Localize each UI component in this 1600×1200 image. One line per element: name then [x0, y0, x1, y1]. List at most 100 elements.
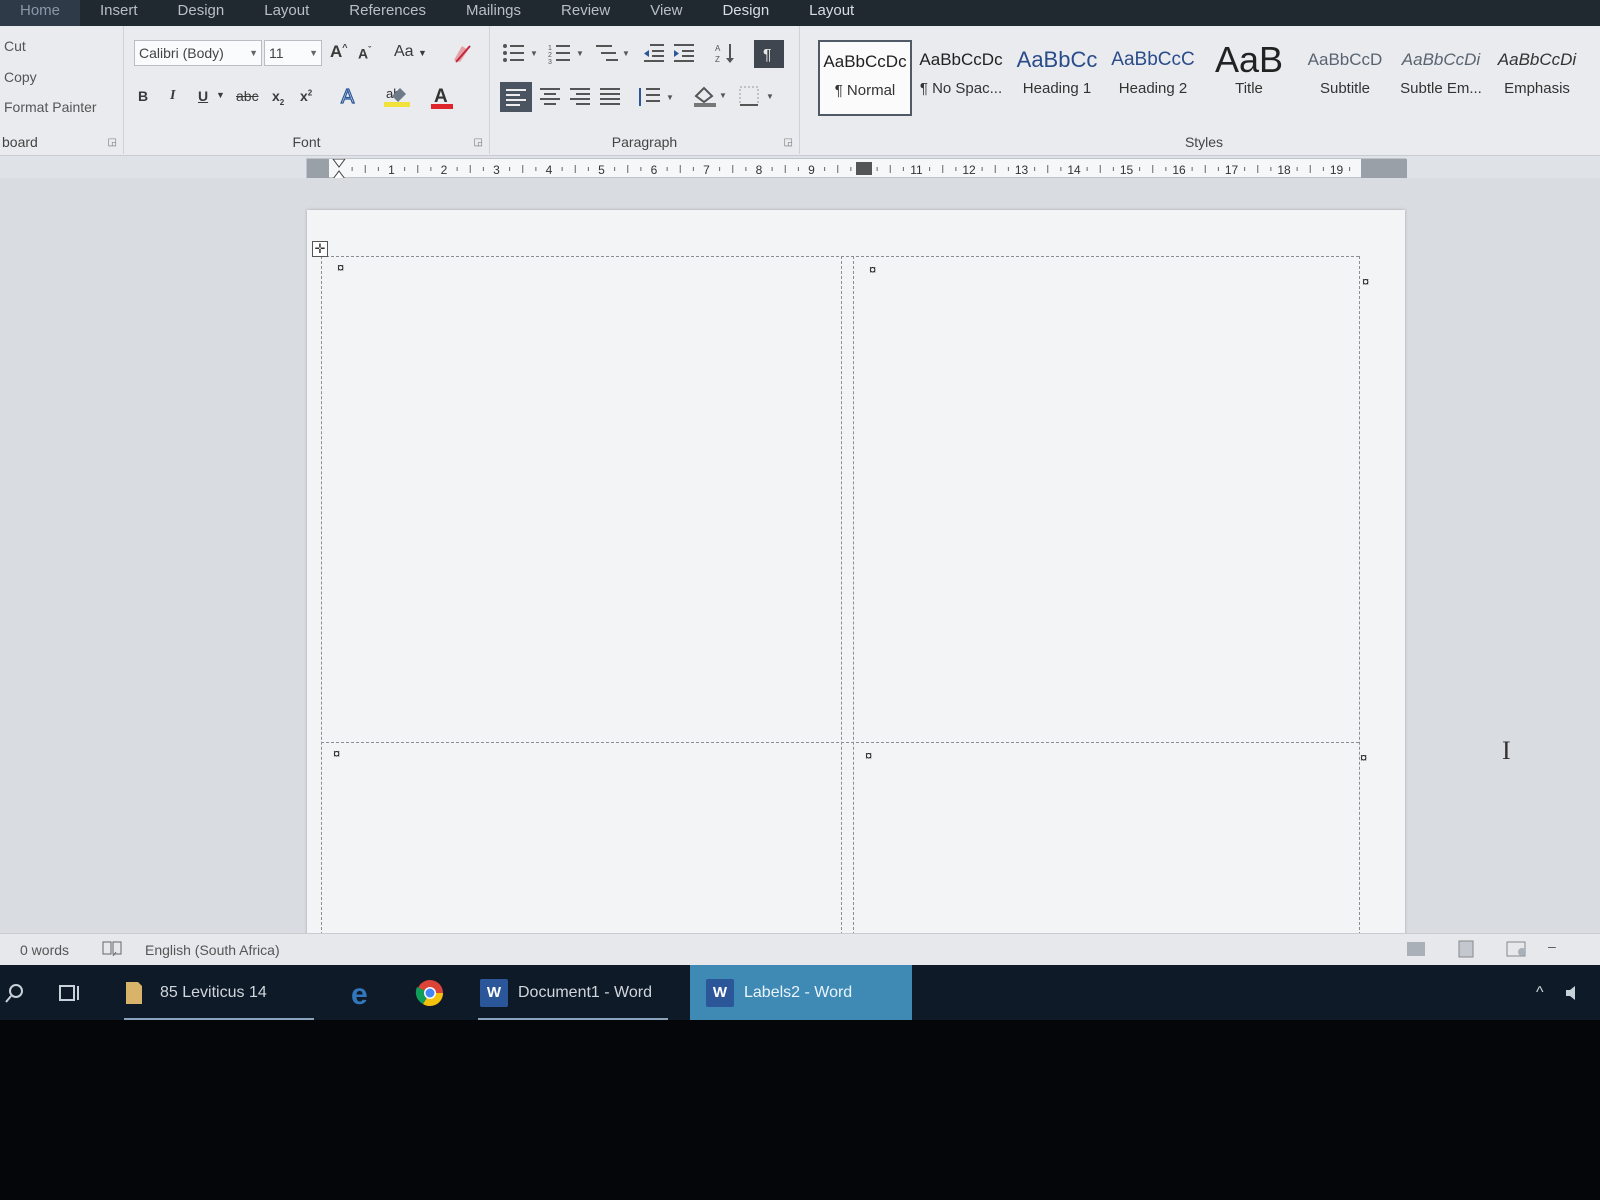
style-heading-1[interactable]: AaBbCc Heading 1 — [1010, 40, 1104, 116]
align-right-icon[interactable] — [568, 86, 592, 108]
search-icon[interactable] — [4, 965, 34, 1020]
italic-button[interactable]: I — [170, 88, 175, 104]
copy-button[interactable]: Copy — [4, 69, 37, 85]
borders-icon[interactable]: ▼ — [738, 84, 778, 106]
table-gridline — [321, 256, 322, 940]
tab-mailings[interactable]: Mailings — [446, 0, 541, 26]
task-view-icon[interactable] — [58, 965, 88, 1020]
superscript-button[interactable]: x2 — [300, 88, 312, 104]
chevron-down-icon[interactable]: ▼ — [216, 90, 225, 100]
taskbar-document1[interactable]: W Document1 - Word — [470, 965, 676, 1020]
paragraph-launcher-icon[interactable]: ◲ — [784, 137, 793, 148]
svg-text:2: 2 — [548, 52, 552, 59]
tab-home[interactable]: Home — [0, 0, 81, 26]
svg-text:A: A — [341, 86, 355, 108]
tab-review[interactable]: Review — [541, 0, 630, 26]
web-layout-icon[interactable] — [1506, 940, 1528, 961]
align-left-icon[interactable] — [500, 82, 532, 112]
speaker-icon[interactable] — [1564, 965, 1588, 1020]
style-name: Title — [1235, 80, 1263, 97]
ruler-number: 16 — [1172, 163, 1186, 177]
cut-button[interactable]: Cut — [4, 38, 26, 54]
justify-icon[interactable] — [598, 86, 622, 108]
sort-icon[interactable]: AZ — [714, 42, 738, 64]
edge-icon[interactable]: e — [344, 965, 384, 1020]
bullets-icon[interactable]: ▼ — [502, 42, 542, 64]
grow-font-button[interactable]: A^ — [330, 42, 348, 62]
column-marker[interactable] — [856, 162, 872, 175]
superscript-label: x — [300, 88, 308, 104]
numbering-icon[interactable]: 1 2 3 ▼ — [548, 42, 588, 66]
multilevel-list-icon[interactable]: ▼ — [594, 42, 634, 64]
clear-formatting-icon[interactable] — [450, 42, 474, 64]
table-cell-2[interactable]: ¤ — [869, 262, 876, 277]
font-group: Calibri (Body) ▼ 11 ▼ A^ Aˇ Aa ▼ B I U ▼ a… — [124, 26, 490, 154]
style-no-spacing[interactable]: AaBbCcDc ¶ No Spac... — [914, 40, 1008, 116]
taskbar-folder[interactable]: 85 Leviticus 14 — [116, 965, 322, 1020]
ruler-number: 17 — [1225, 163, 1239, 177]
tab-references[interactable]: References — [329, 0, 446, 26]
style-title[interactable]: AaB Title — [1202, 40, 1296, 116]
page[interactable]: ¤ ¤ ¤ ¤ ¤ ¤ — [307, 210, 1405, 940]
taskbar-labels2[interactable]: W Labels2 - Word — [690, 965, 912, 1020]
table-cell-4[interactable]: ¤ — [865, 748, 872, 763]
show-formatting-marks-icon[interactable]: ¶ — [754, 40, 784, 68]
tab-table-design[interactable]: Design — [702, 0, 789, 26]
bold-button[interactable]: B — [138, 88, 148, 104]
strikethrough-button[interactable]: abc — [236, 88, 259, 104]
print-layout-icon[interactable] — [1456, 940, 1476, 961]
style-normal[interactable]: AaBbCcDc ¶ Normal — [818, 40, 912, 116]
table-cell-3[interactable]: ¤ — [333, 746, 340, 761]
font-size-select[interactable]: 11 ▼ — [264, 40, 322, 66]
chevron-up-icon[interactable]: ^ — [1536, 965, 1556, 1020]
shading-icon[interactable]: ▼ — [692, 84, 728, 107]
chrome-icon[interactable] — [410, 965, 450, 1020]
word-count[interactable]: 0 words — [20, 942, 69, 958]
shrink-font-button[interactable]: Aˇ — [358, 45, 371, 62]
table-gridline — [321, 742, 1359, 743]
status-bar: 0 words English (South Africa) – — [0, 933, 1600, 965]
ruler-number: 2 — [441, 163, 448, 177]
underline-button[interactable]: U — [198, 88, 208, 104]
table-gridline — [1359, 256, 1360, 940]
shrink-font-label: A — [358, 45, 369, 62]
table-cell-1[interactable]: ¤ — [337, 260, 344, 275]
horizontal-ruler[interactable]: 1 2 3 4 5 6 7 8 9 11 12 13 14 15 16 17 18 19 — [306, 158, 1407, 179]
subscript-button[interactable]: x2 — [272, 88, 284, 107]
text-effects-icon[interactable]: A — [338, 84, 362, 108]
line-spacing-icon[interactable]: ▼ — [636, 86, 676, 108]
align-center-icon[interactable] — [538, 86, 562, 108]
style-subtle-emphasis[interactable]: AaBbCcDi Subtle Em... — [1394, 40, 1488, 116]
style-emphasis[interactable]: AaBbCcDi Emphasis — [1490, 40, 1584, 116]
increase-indent-icon[interactable] — [672, 42, 696, 64]
font-color-icon[interactable]: A — [430, 84, 454, 109]
read-mode-icon[interactable] — [1406, 940, 1426, 961]
zoom-out-icon[interactable]: – — [1548, 938, 1556, 954]
clipboard-launcher-icon[interactable]: ◲ — [108, 137, 117, 148]
font-launcher-icon[interactable]: ◲ — [474, 137, 483, 148]
tab-view[interactable]: View — [630, 0, 702, 26]
indent-marker[interactable] — [332, 159, 346, 179]
decrease-indent-icon[interactable] — [642, 42, 666, 64]
style-preview: AaBbCcD — [1307, 50, 1383, 69]
subscript-label: x — [272, 88, 280, 104]
language-status[interactable]: English (South Africa) — [145, 942, 280, 958]
tab-insert[interactable]: Insert — [80, 0, 158, 26]
change-case-button[interactable]: Aa ▼ — [394, 43, 427, 61]
format-painter-button[interactable]: Format Painter — [4, 99, 97, 115]
style-subtitle[interactable]: AaBbCcD Subtitle — [1298, 40, 1392, 116]
table-gridline — [841, 256, 842, 940]
proofing-icon[interactable] — [102, 940, 122, 961]
tab-design[interactable]: Design — [158, 0, 245, 26]
svg-text:▼: ▼ — [666, 93, 674, 102]
table-move-handle-icon[interactable]: ✛ — [312, 241, 328, 257]
svg-text:▼: ▼ — [719, 91, 727, 100]
style-name: Heading 2 — [1118, 80, 1188, 97]
tab-table-layout[interactable]: Layout — [789, 0, 874, 26]
ruler-number: 7 — [703, 163, 710, 177]
tab-layout[interactable]: Layout — [244, 0, 329, 26]
highlight-color-icon[interactable]: ab — [384, 84, 410, 107]
clipboard-group-label: board — [2, 134, 38, 150]
style-heading-2[interactable]: AaBbCcC Heading 2 — [1106, 40, 1200, 116]
font-family-select[interactable]: Calibri (Body) ▼ — [134, 40, 262, 66]
